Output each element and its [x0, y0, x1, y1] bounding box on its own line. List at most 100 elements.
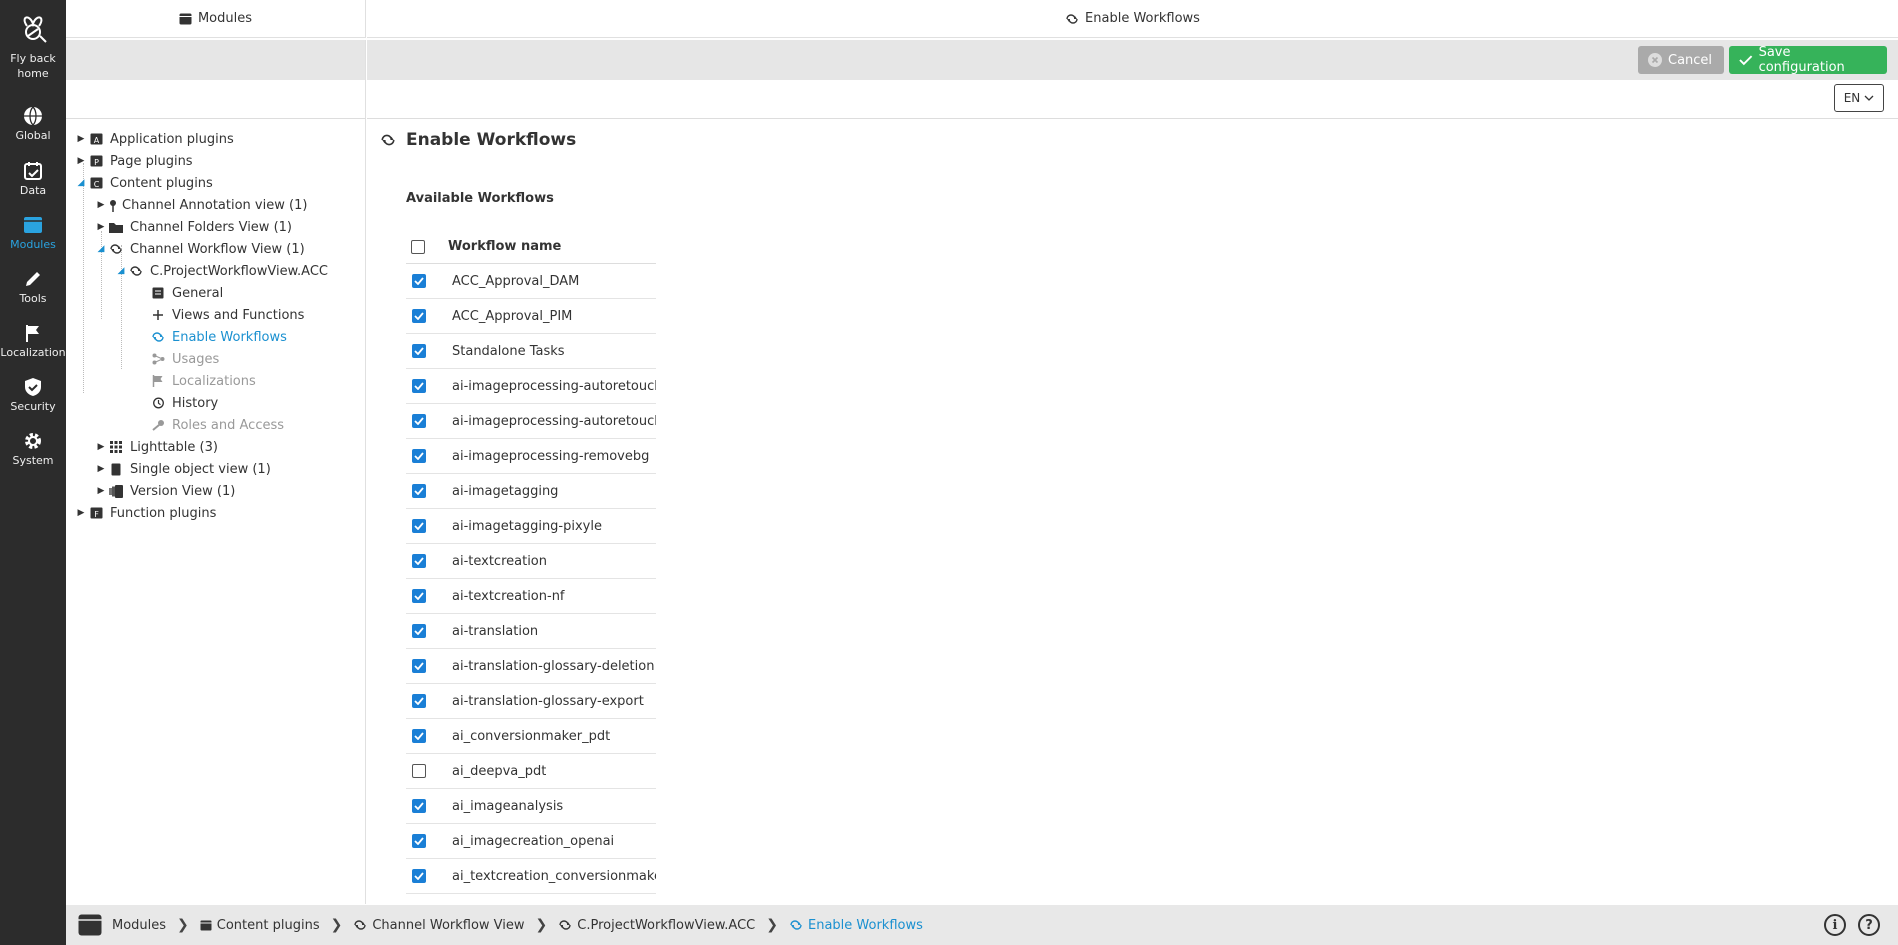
workflow-checkbox[interactable] — [412, 834, 426, 848]
workflow-checkbox[interactable] — [412, 869, 426, 883]
table-row[interactable]: ai_deepva_pdt — [406, 754, 656, 789]
workflow-checkbox[interactable] — [412, 309, 426, 323]
workflow-checkbox[interactable] — [412, 554, 426, 568]
caret-right-icon[interactable]: ▶ — [94, 200, 108, 210]
table-row[interactable]: ai_textcreation_conversionmaker — [406, 859, 656, 894]
tree-node[interactable]: ◢ C.ProjectWorkflowView.ACC — [114, 261, 328, 281]
tree-node[interactable]: ◢ Channel Workflow View (1) — [94, 239, 305, 259]
tree-node[interactable]: ▶ F Function plugins — [74, 503, 217, 523]
table-row[interactable]: ai-imageprocessing-autoretouch — [406, 369, 656, 404]
workflow-name: ai-translation — [452, 623, 539, 639]
check-icon — [414, 487, 424, 495]
workflow-checkbox[interactable] — [412, 764, 426, 778]
language-select[interactable]: EN — [1834, 84, 1884, 112]
table-row[interactable]: ai_imageanalysis — [406, 789, 656, 824]
table-row[interactable]: ai-textcreation — [406, 544, 656, 579]
rail-item-home[interactable]: Fly back home — [0, 12, 66, 81]
table-row[interactable]: ai-imagetagging — [406, 474, 656, 509]
workflow-checkbox[interactable] — [412, 274, 426, 288]
check-icon — [414, 837, 424, 845]
tree-node[interactable]: ▶ Single object view (1) — [94, 459, 271, 479]
caret-right-icon[interactable]: ▶ — [94, 442, 108, 452]
tree-node[interactable]: ▶ Version View (1) — [94, 481, 236, 501]
tree-node[interactable]: General — [150, 283, 223, 303]
tree-node[interactable]: Localizations — [150, 371, 256, 391]
workflow-checkbox[interactable] — [412, 694, 426, 708]
tree-node[interactable]: Views and Functions — [150, 305, 304, 325]
table-row[interactable]: ai-translation — [406, 614, 656, 649]
caret-right-icon[interactable]: ▶ — [74, 508, 88, 518]
svg-text:A: A — [93, 136, 99, 145]
rail-item-system[interactable]: System — [0, 431, 66, 467]
rail-label: Global — [15, 129, 51, 142]
breadcrumb-item[interactable]: C.ProjectWorkflowView.ACC — [558, 918, 755, 933]
caret-right-icon[interactable]: ▶ — [94, 464, 108, 474]
tree-node[interactable]: ◢ C Content plugins — [74, 173, 213, 193]
workflow-checkbox[interactable] — [412, 484, 426, 498]
share-icon — [150, 352, 166, 366]
chevron-right-icon: ❯ — [177, 917, 189, 933]
cancel-button[interactable]: Cancel — [1638, 46, 1724, 74]
workflow-checkbox[interactable] — [412, 799, 426, 813]
save-configuration-button[interactable]: Save configuration — [1729, 45, 1887, 75]
workflow-name: ai_textcreation_conversionmaker — [452, 868, 656, 884]
tree-node[interactable]: ▶ Channel Annotation view (1) — [94, 195, 308, 215]
caret-right-icon[interactable]: ▶ — [74, 134, 88, 144]
help-button[interactable]: ? — [1858, 914, 1880, 936]
pin-icon — [108, 198, 118, 212]
table-row[interactable]: ai_conversionmaker_pdt — [406, 719, 656, 754]
table-row[interactable]: ai-imageprocessing-autoretouch — [406, 404, 656, 439]
select-all-checkbox[interactable] — [411, 239, 425, 254]
table-row[interactable]: ACC_Approval_PIM — [406, 299, 656, 334]
workflow-checkbox[interactable] — [412, 589, 426, 603]
rail-item-tools[interactable]: Tools — [0, 269, 66, 305]
tree-node[interactable]: ▶ A Application plugins — [74, 129, 234, 149]
table-row[interactable]: ai-translation-glossary-deletion — [406, 649, 656, 684]
rail-label: Modules — [10, 238, 56, 251]
tree-node[interactable]: History — [150, 393, 218, 413]
workflow-checkbox[interactable] — [412, 659, 426, 673]
table-row[interactable]: Standalone Tasks — [406, 334, 656, 369]
caret-down-icon[interactable]: ◢ — [74, 178, 88, 188]
caret-right-icon[interactable]: ▶ — [74, 156, 88, 166]
tree-node[interactable]: ▶ P Page plugins — [74, 151, 193, 171]
breadcrumb-item[interactable]: Content plugins — [200, 918, 320, 933]
table-row[interactable]: ai-imagetagging-pixyle — [406, 509, 656, 544]
workflow-checkbox[interactable] — [412, 414, 426, 428]
breadcrumb-item[interactable]: Channel Workflow View — [353, 918, 525, 933]
rail-item-data[interactable]: Data — [0, 161, 66, 197]
workflow-checkbox[interactable] — [412, 624, 426, 638]
check-icon — [414, 347, 424, 355]
caret-right-icon[interactable]: ▶ — [94, 222, 108, 232]
table-row[interactable]: ai-textcreation-nf — [406, 579, 656, 614]
tree-node-selected[interactable]: Enable Workflows — [150, 327, 287, 347]
workflow-checkbox[interactable] — [412, 729, 426, 743]
workflow-checkbox[interactable] — [412, 449, 426, 463]
rail-item-modules[interactable]: Modules — [0, 215, 66, 251]
table-row[interactable]: ai-imageprocessing-removebg — [406, 439, 656, 474]
info-button[interactable]: i — [1824, 914, 1846, 936]
workflow-checkbox[interactable] — [412, 519, 426, 533]
tree-node[interactable]: Roles and Access — [150, 415, 284, 435]
table-row[interactable]: ai-translation-glossary-export — [406, 684, 656, 719]
workflow-name: ai-textcreation — [452, 553, 547, 569]
workflow-checkbox[interactable] — [412, 379, 426, 393]
main-panel-header: Enable Workflows — [367, 0, 1898, 38]
page-plugin-icon: P — [88, 154, 104, 168]
tree-node[interactable]: ▶ Lighttable (3) — [94, 437, 218, 457]
table-row[interactable]: ACC_Approval_DAM — [406, 264, 656, 299]
chevron-right-icon: ❯ — [766, 917, 778, 933]
rail-item-security[interactable]: Security — [0, 377, 66, 413]
breadcrumb-item[interactable]: Modules — [112, 918, 166, 933]
table-row[interactable]: ai_imagecreation_openai — [406, 824, 656, 859]
app-plugin-icon: A — [88, 132, 104, 146]
tree-node[interactable]: ▶ Channel Folders View (1) — [94, 217, 292, 237]
caret-down-icon[interactable]: ◢ — [94, 244, 108, 254]
caret-right-icon[interactable]: ▶ — [94, 486, 108, 496]
rail-item-global[interactable]: Global — [0, 106, 66, 142]
rail-item-localization[interactable]: Localization — [0, 323, 66, 359]
caret-down-icon[interactable]: ◢ — [114, 266, 128, 276]
breadcrumb-item-current[interactable]: Enable Workflows — [789, 918, 923, 933]
workflow-checkbox[interactable] — [412, 344, 426, 358]
tree-node[interactable]: Usages — [150, 349, 219, 369]
